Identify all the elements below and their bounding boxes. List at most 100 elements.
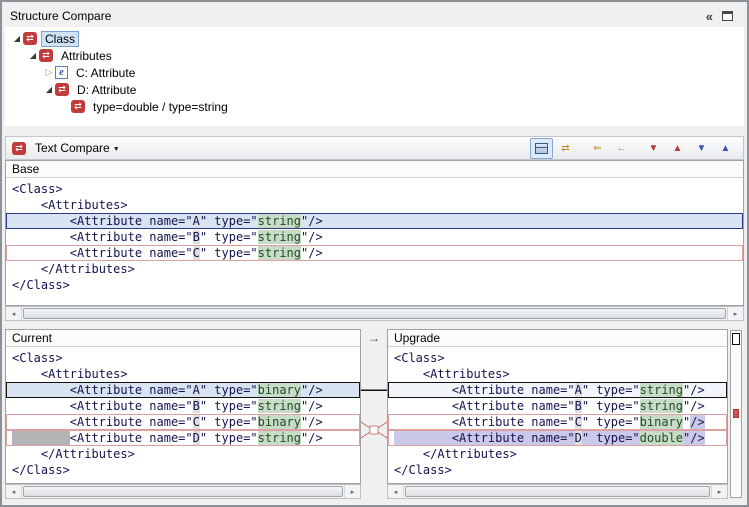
toolbar-separator	[633, 139, 641, 158]
text-compare-header: ⇄ Text Compare ▼ ⇄⇐←▼▲▼▲	[5, 136, 744, 160]
toolbar-separator	[577, 139, 585, 158]
code-line: <Class>	[6, 181, 743, 197]
code-line: </Attributes>	[388, 446, 727, 462]
scroll-thumb[interactable]	[23, 486, 343, 497]
scroll-thumb[interactable]	[405, 486, 710, 497]
attribute-icon: e	[55, 66, 68, 79]
tree-item[interactable]: ◢⇄ Class	[5, 30, 744, 47]
tree-item[interactable]: ◢⇄ Attributes	[5, 47, 744, 64]
code-line: <Attributes>	[388, 366, 727, 382]
code-line: <Attributes>	[6, 197, 743, 213]
current-horizontal-scrollbar[interactable]: ◂ ▸	[5, 484, 361, 499]
code-line: </Class>	[6, 277, 743, 293]
minimize-icon[interactable]: «	[706, 9, 712, 24]
code-line: <Attribute name="B" type="string"/>	[388, 398, 727, 414]
upgrade-code[interactable]: <Class> <Attributes> <Attribute name="A"…	[388, 347, 727, 483]
diff-icon: ⇄	[39, 49, 53, 62]
code-line: <Attributes>	[6, 366, 360, 382]
horizontal-sash[interactable]	[5, 126, 744, 136]
scroll-right-button[interactable]: ▸	[727, 307, 743, 320]
overview-ruler-column	[728, 329, 744, 499]
structure-compare-header: Structure Compare «	[5, 5, 744, 27]
base-horizontal-scrollbar[interactable]: ◂ ▸	[5, 306, 744, 321]
compare-editor-window: Structure Compare « ◢⇄Class◢⇄Attributes▷…	[0, 0, 749, 507]
diff-icon: ⇄	[23, 32, 37, 45]
upgrade-pane: Upgrade <Class> <Attributes> <Attribute …	[387, 329, 728, 484]
code-line: <Attribute name="C" type="binary"/>	[6, 414, 360, 430]
copy-all-from-right-to-left-button[interactable]: ⇐	[586, 138, 609, 159]
code-line: <Attribute name="D" type="string"/>	[6, 430, 360, 446]
code-line: </Class>	[6, 462, 360, 478]
ancestor-pane-icon	[535, 143, 548, 154]
tree-item-label: D: Attribute	[73, 82, 140, 98]
structure-header-icons: «	[706, 9, 739, 24]
code-line: <Attribute name="A" type="string"/>	[6, 213, 743, 229]
code-line: <Attribute name="A" type="binary"/>	[6, 382, 360, 398]
code-line: </Attributes>	[6, 261, 743, 277]
base-pane-title: Base	[6, 161, 743, 178]
expand-arrow-icon[interactable]: ▷	[43, 67, 55, 78]
diff-connector-graphic	[361, 347, 387, 483]
diff-icon: ⇄	[55, 83, 69, 96]
upgrade-pane-title: Upgrade	[388, 330, 727, 347]
current-pane-title: Current	[6, 330, 360, 347]
code-line: </Attributes>	[6, 446, 360, 462]
scroll-left-button[interactable]: ◂	[388, 485, 404, 498]
code-line: <Attribute name="D" type="double"/>	[388, 430, 727, 446]
tree-item-label: C: Attribute	[72, 65, 139, 81]
tree-item[interactable]: ⇄ type=double / type=string	[5, 98, 744, 115]
toggle-ancestor-pane-button[interactable]	[530, 138, 553, 159]
code-line: <Attribute name="B" type="string"/>	[6, 398, 360, 414]
tree-item[interactable]: ◢⇄ D: Attribute	[5, 81, 744, 98]
connector-footer	[361, 483, 387, 499]
tree-item-label: Attributes	[57, 48, 116, 64]
next-difference-button[interactable]: ▼	[642, 138, 665, 159]
selected-change-marker[interactable]	[732, 333, 740, 345]
collapse-arrow-icon[interactable]: ◢	[43, 85, 55, 94]
scroll-right-button[interactable]: ▸	[344, 485, 360, 498]
text-compare-title[interactable]: Text Compare	[35, 141, 110, 155]
code-line: <Class>	[388, 350, 727, 366]
tree-item[interactable]: ▷e C: Attribute	[5, 64, 744, 81]
conflict-change-marker[interactable]	[733, 409, 739, 418]
tree-item-label: type=double / type=string	[89, 99, 232, 115]
copy-current-change-button[interactable]: ←	[610, 138, 633, 159]
code-line: <Attribute name="C" type="string"/>	[6, 245, 743, 261]
current-column: Current <Class> <Attributes> <Attribute …	[5, 329, 361, 499]
base-code[interactable]: <Class> <Attributes> <Attribute name="A"…	[6, 178, 743, 305]
horizontal-sash[interactable]	[5, 321, 744, 329]
scroll-left-button[interactable]: ◂	[6, 307, 22, 320]
code-line: <Class>	[6, 350, 360, 366]
merge-panes: Current <Class> <Attributes> <Attribute …	[5, 329, 744, 499]
scroll-right-button[interactable]: ▸	[711, 485, 727, 498]
previous-difference-button[interactable]: ▲	[666, 138, 689, 159]
structure-compare-title: Structure Compare	[10, 9, 111, 23]
diff-icon: ⇄	[12, 142, 26, 155]
diff-connector-column: →	[361, 329, 387, 499]
collapse-arrow-icon[interactable]: ◢	[11, 34, 23, 43]
upgrade-horizontal-scrollbar[interactable]: ◂ ▸	[387, 484, 728, 499]
current-code[interactable]: <Class> <Attributes> <Attribute name="A"…	[6, 347, 360, 483]
diff-icon: ⇄	[71, 100, 85, 113]
base-pane: Base <Class> <Attributes> <Attribute nam…	[5, 160, 744, 306]
scroll-thumb[interactable]	[23, 308, 726, 319]
chevron-down-icon[interactable]: ▼	[113, 146, 120, 153]
connector-header: →	[361, 329, 387, 347]
swap-left-and-right-button[interactable]: ⇄	[554, 138, 577, 159]
current-pane: Current <Class> <Attributes> <Attribute …	[5, 329, 361, 484]
collapse-arrow-icon[interactable]: ◢	[27, 51, 39, 60]
next-change-button[interactable]: ▼	[690, 138, 713, 159]
structure-tree: ◢⇄Class◢⇄Attributes▷eC: Attribute◢⇄D: At…	[5, 27, 744, 126]
upgrade-column: Upgrade <Class> <Attributes> <Attribute …	[387, 329, 728, 499]
maximize-icon[interactable]	[722, 11, 733, 21]
copy-direction-icon[interactable]: →	[368, 331, 380, 345]
code-line: </Class>	[388, 462, 727, 478]
tree-item-label: Class	[41, 31, 79, 47]
previous-change-button[interactable]: ▲	[714, 138, 737, 159]
text-compare-toolbar: ⇄⇐←▼▲▼▲	[529, 138, 737, 159]
scroll-left-button[interactable]: ◂	[6, 485, 22, 498]
code-line: <Attribute name="B" type="string"/>	[6, 229, 743, 245]
overview-ruler[interactable]	[730, 330, 742, 498]
code-line: <Attribute name="A" type="string"/>	[388, 382, 727, 398]
code-line: <Attribute name="C" type="binary"/>	[388, 414, 727, 430]
